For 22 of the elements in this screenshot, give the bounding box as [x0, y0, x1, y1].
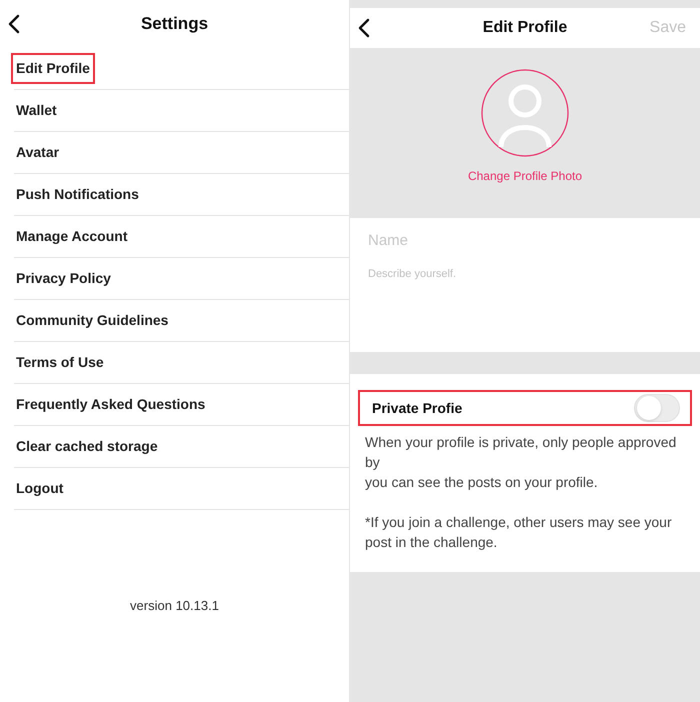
privacy-note: *If you join a challenge, other users may see your post in the challenge.: [364, 513, 673, 552]
settings-item[interactable]: Wallet: [11, 95, 62, 126]
settings-item[interactable]: Terms of Use: [11, 347, 109, 378]
back-icon[interactable]: [8, 14, 20, 34]
privacy-note: When your profile is private, only people approved by you can see the posts on your profile.: [364, 433, 678, 492]
screen-title: Settings: [140, 13, 208, 36]
version-text: version 10.13.1: [130, 597, 219, 616]
screen-title: Edit Profile: [482, 18, 568, 38]
back-icon[interactable]: [358, 18, 370, 38]
settings-item[interactable]: Avatar: [11, 137, 64, 168]
settings-item[interactable]: Privacy Policy: [11, 263, 116, 294]
settings-item[interactable]: Clear cached storage: [11, 431, 163, 462]
private-profile-toggle[interactable]: [634, 394, 680, 422]
settings-item[interactable]: Manage Account: [11, 221, 132, 252]
settings-item[interactable]: Frequently Asked Questions: [11, 389, 210, 420]
avatar-placeholder-icon[interactable]: [481, 69, 569, 157]
bio-field[interactable]: Describe yourself.: [368, 266, 682, 326]
settings-item[interactable]: Push Notifications: [11, 179, 144, 210]
settings-item[interactable]: Edit Profile: [11, 53, 95, 84]
private-profile-label: Private Profie: [372, 398, 462, 418]
settings-item[interactable]: Logout: [11, 473, 68, 504]
settings-item[interactable]: Community Guidelines: [11, 305, 174, 336]
